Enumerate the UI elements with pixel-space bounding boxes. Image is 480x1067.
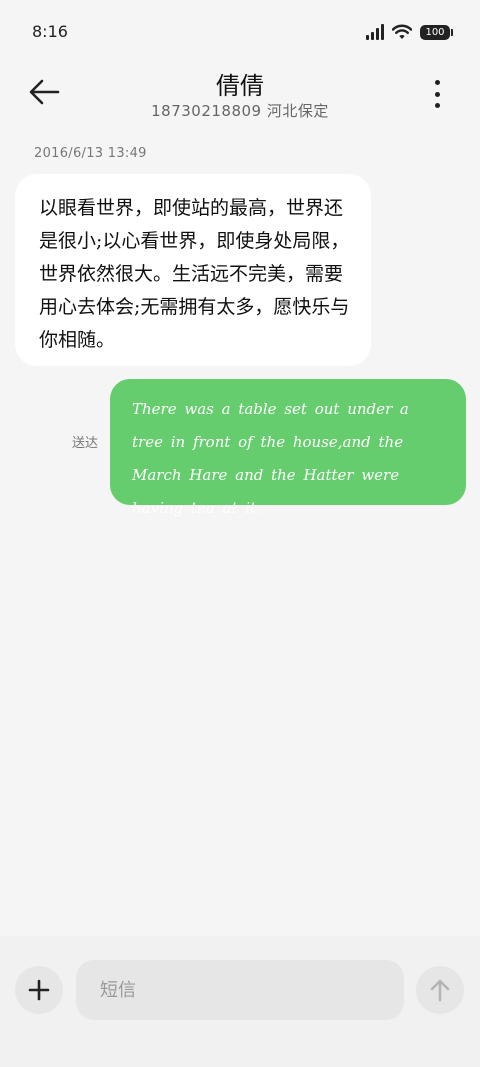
- plus-icon: [28, 979, 50, 1001]
- outgoing-message-bubble[interactable]: There was a table set out under a tree i…: [110, 379, 466, 517]
- status-time: 8:16: [32, 22, 68, 41]
- delivery-status: 送达: [72, 436, 99, 451]
- more-vertical-icon: [434, 80, 440, 85]
- message-composer: [0, 936, 480, 1067]
- status-bar: 8:16 100: [0, 0, 480, 66]
- battery-icon: 100: [420, 24, 453, 40]
- add-attachment-button[interactable]: [15, 966, 63, 1014]
- wifi-icon: [392, 24, 412, 39]
- signal-icon: [366, 24, 384, 40]
- contact-subtitle: 18730218809 河北保定: [151, 102, 329, 120]
- send-button[interactable]: [416, 966, 464, 1014]
- incoming-message-bubble[interactable]: 以眼看世界，即使站的最高，世界还是很小;以心看世界，即使身处局限，世界依然很大。…: [15, 174, 371, 366]
- more-options-button[interactable]: [432, 80, 442, 108]
- message-input[interactable]: [100, 979, 404, 1001]
- message-timestamp: 2016/6/13 13:49: [34, 146, 147, 161]
- send-arrow-icon: [430, 979, 450, 1002]
- contact-name: 倩倩: [216, 72, 264, 100]
- status-icons: 100: [366, 24, 453, 40]
- conversation-header: 倩倩 18730218809 河北保定: [0, 66, 480, 136]
- message-input-box[interactable]: [76, 960, 404, 1020]
